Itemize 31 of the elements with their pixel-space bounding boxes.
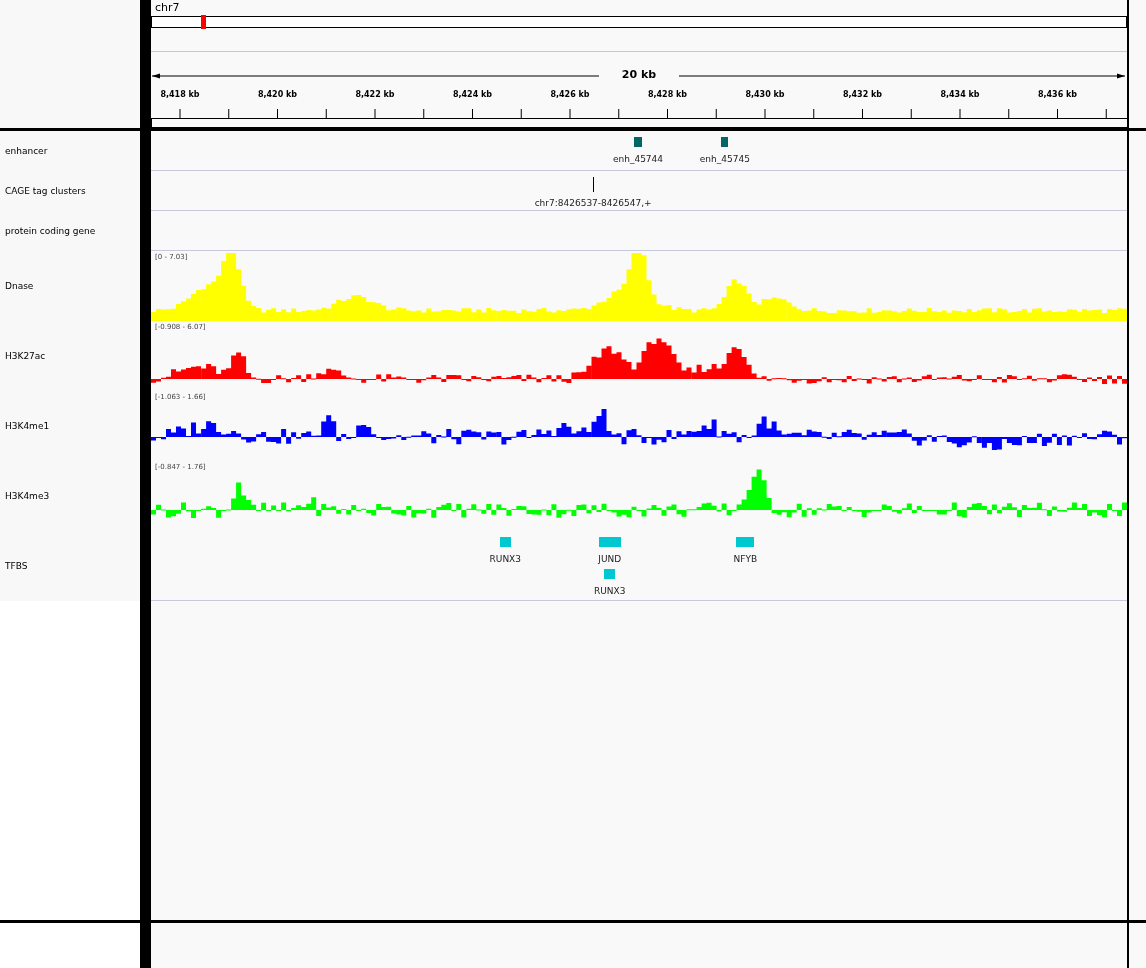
tick-label: 8,426 kb (550, 90, 590, 99)
tick-label: 8,432 kb (842, 90, 883, 99)
track-name[interactable]: H3K27ac (0, 350, 46, 361)
track-name[interactable]: Dnase (0, 280, 34, 291)
tick-label: 8,422 kb (355, 90, 395, 99)
feature-label: enh_45744 (613, 154, 664, 164)
track-name[interactable]: H3K4me1 (0, 420, 50, 431)
tick-label: 8,436 kb (1037, 90, 1078, 99)
tick-label: 8,420 kb (257, 90, 298, 99)
feature-label: chr7:8426537-8426547,+ (534, 198, 652, 208)
track-name[interactable]: protein coding gene (0, 225, 96, 236)
feature-label: JUND (598, 554, 622, 564)
track-name[interactable]: TFBS (0, 560, 28, 571)
tick-label: 8,430 kb (745, 90, 785, 99)
tick-label: 8,424 kb (452, 90, 493, 99)
feature-label: NFYB (733, 554, 758, 564)
track-name[interactable]: enhancer (0, 145, 48, 156)
feature-label: RUNX3 (594, 586, 626, 596)
span-label: 20 kb (621, 68, 657, 81)
tick-label: 8,434 kb (940, 90, 980, 99)
feature-block[interactable] (721, 137, 729, 147)
feature-label: enh_45745 (699, 154, 750, 164)
track-name[interactable]: H3K4me3 (0, 490, 50, 501)
margin-area (1129, 923, 1146, 968)
track-name[interactable]: CAGE tag clusters (0, 185, 86, 196)
feature-label: RUNX3 (489, 554, 521, 564)
tick-label: 8,428 kb (647, 90, 688, 99)
chromosome-ideogram[interactable] (151, 16, 1127, 28)
chromosome-label: chr7 (154, 0, 181, 16)
tick-label: 8,418 kb (160, 90, 200, 99)
region-marker[interactable] (200, 15, 206, 29)
